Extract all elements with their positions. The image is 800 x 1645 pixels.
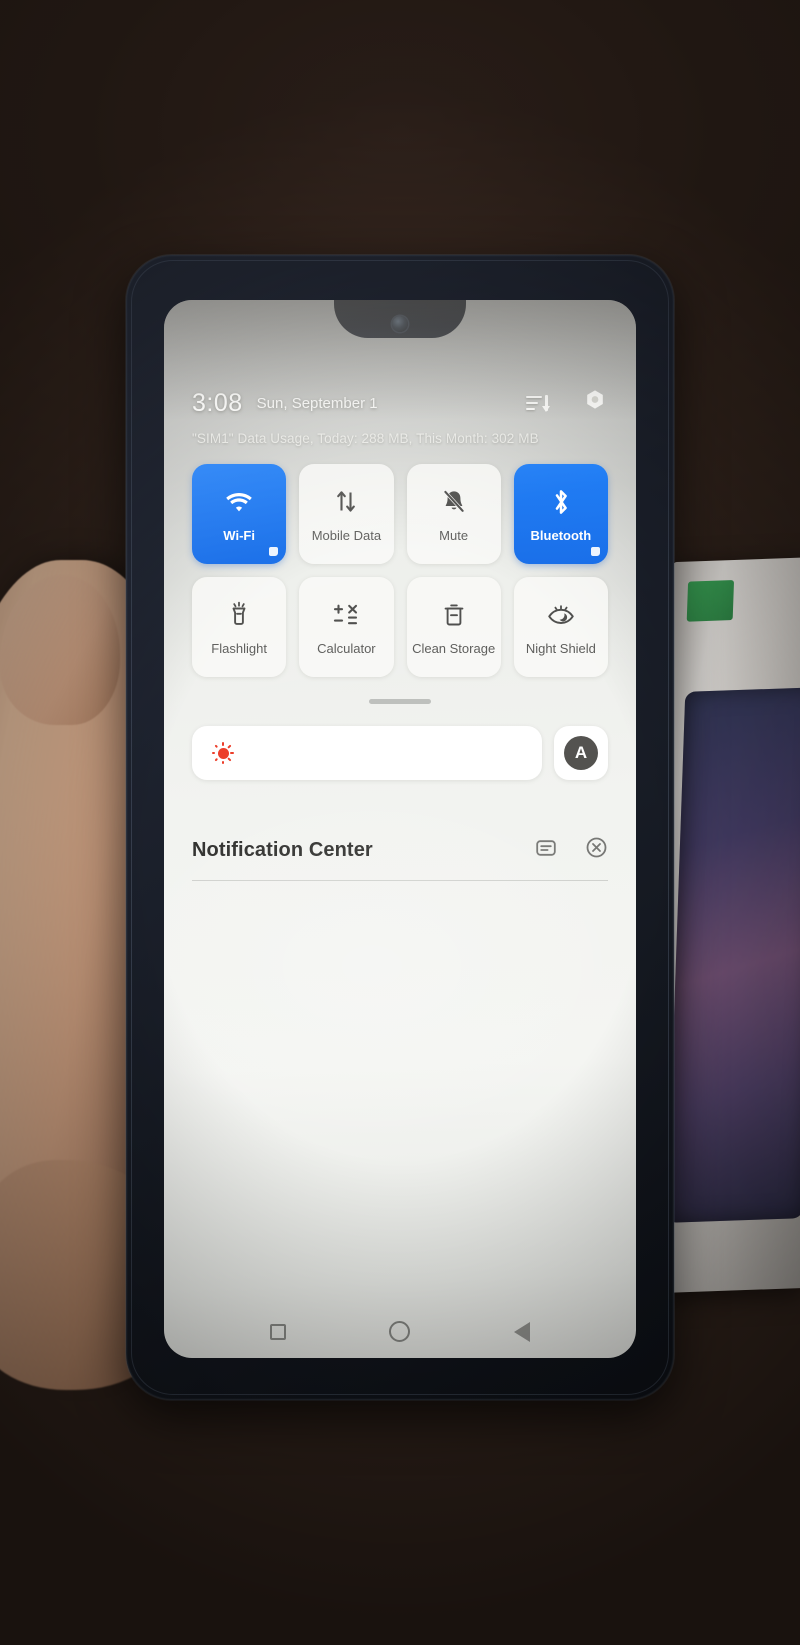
tile-label: Mobile Data (311, 527, 382, 543)
navigation-bar (164, 1321, 636, 1342)
clock: 3:08 (192, 389, 243, 417)
tile-label: Bluetooth (530, 527, 592, 543)
tile-label: Mute (439, 527, 469, 543)
square-recents-icon[interactable] (269, 1323, 286, 1340)
auto-brightness-icon: A (564, 736, 598, 770)
brightness-sun-icon (212, 742, 234, 764)
notification-settings-icon[interactable] (535, 837, 557, 864)
tile-clean-storage[interactable]: Clean Storage (406, 577, 501, 677)
clear-all-icon[interactable] (585, 836, 608, 864)
tile-wifi[interactable]: Wi-Fi (192, 464, 287, 564)
notification-center-title: Notification Center (192, 838, 373, 861)
tile-label: Calculator (317, 640, 376, 656)
brightness-row: A (192, 726, 608, 780)
shade-drag-handle[interactable] (369, 699, 431, 704)
gear-icon[interactable] (582, 388, 608, 419)
tile-mobile-data[interactable]: Mobile Data (299, 464, 394, 564)
night-eye-icon (546, 598, 576, 632)
wifi-icon (224, 485, 254, 519)
data-usage-text[interactable]: "SIM1" Data Usage, Today: 288 MB, This M… (192, 431, 608, 446)
second-device (666, 687, 800, 1223)
tile-flashlight[interactable]: Flashlight (192, 577, 287, 677)
notification-center-header: Notification Center (192, 836, 608, 881)
notification-list (192, 881, 608, 1211)
mobile-data-icon (333, 485, 359, 519)
flashlight-icon (226, 598, 252, 632)
triangle-back-icon[interactable] (514, 1321, 531, 1342)
tile-night-shield[interactable]: Night Shield (513, 577, 608, 677)
phone-screen: 3:08 Sun, September 1 "SIM1" Data Usage,… (164, 300, 636, 1358)
tile-label: Night Shield (525, 640, 596, 656)
tile-expand-marker[interactable] (591, 547, 600, 556)
status-bar: 3:08 Sun, September 1 (192, 388, 608, 419)
shade-drag-handle-wrap (192, 699, 608, 704)
bluetooth-icon (550, 485, 572, 519)
phone-device: 3:08 Sun, September 1 "SIM1" Data Usage,… (126, 255, 674, 1400)
tile-label: Flashlight (211, 640, 267, 656)
list-sort-icon[interactable] (526, 394, 550, 414)
tile-mute[interactable]: Mute (406, 464, 501, 564)
tile-label: Clean Storage (412, 640, 496, 656)
quick-settings-panel: 3:08 Sun, September 1 "SIM1" Data Usage,… (164, 388, 636, 1211)
trash-clean-icon (441, 598, 467, 632)
photo-scene: 3:08 Sun, September 1 "SIM1" Data Usage,… (0, 0, 800, 1645)
earpiece-speaker (373, 304, 427, 309)
tile-bluetooth[interactable]: Bluetooth (513, 464, 608, 564)
date-label: Sun, September 1 (256, 395, 378, 412)
auto-brightness-button[interactable]: A (554, 726, 608, 780)
front-camera (392, 316, 408, 332)
circle-home-icon[interactable] (389, 1321, 411, 1342)
tile-label: Wi-Fi (223, 527, 255, 543)
calculator-icon (331, 598, 361, 632)
tile-calculator[interactable]: Calculator (299, 577, 394, 677)
bell-muted-icon (441, 485, 467, 519)
quick-settings-tiles: Wi-Fi Mobile Data Mute Bluetooth Flashli… (192, 464, 608, 677)
brightness-slider[interactable] (192, 726, 542, 780)
tile-expand-marker[interactable] (269, 547, 279, 556)
